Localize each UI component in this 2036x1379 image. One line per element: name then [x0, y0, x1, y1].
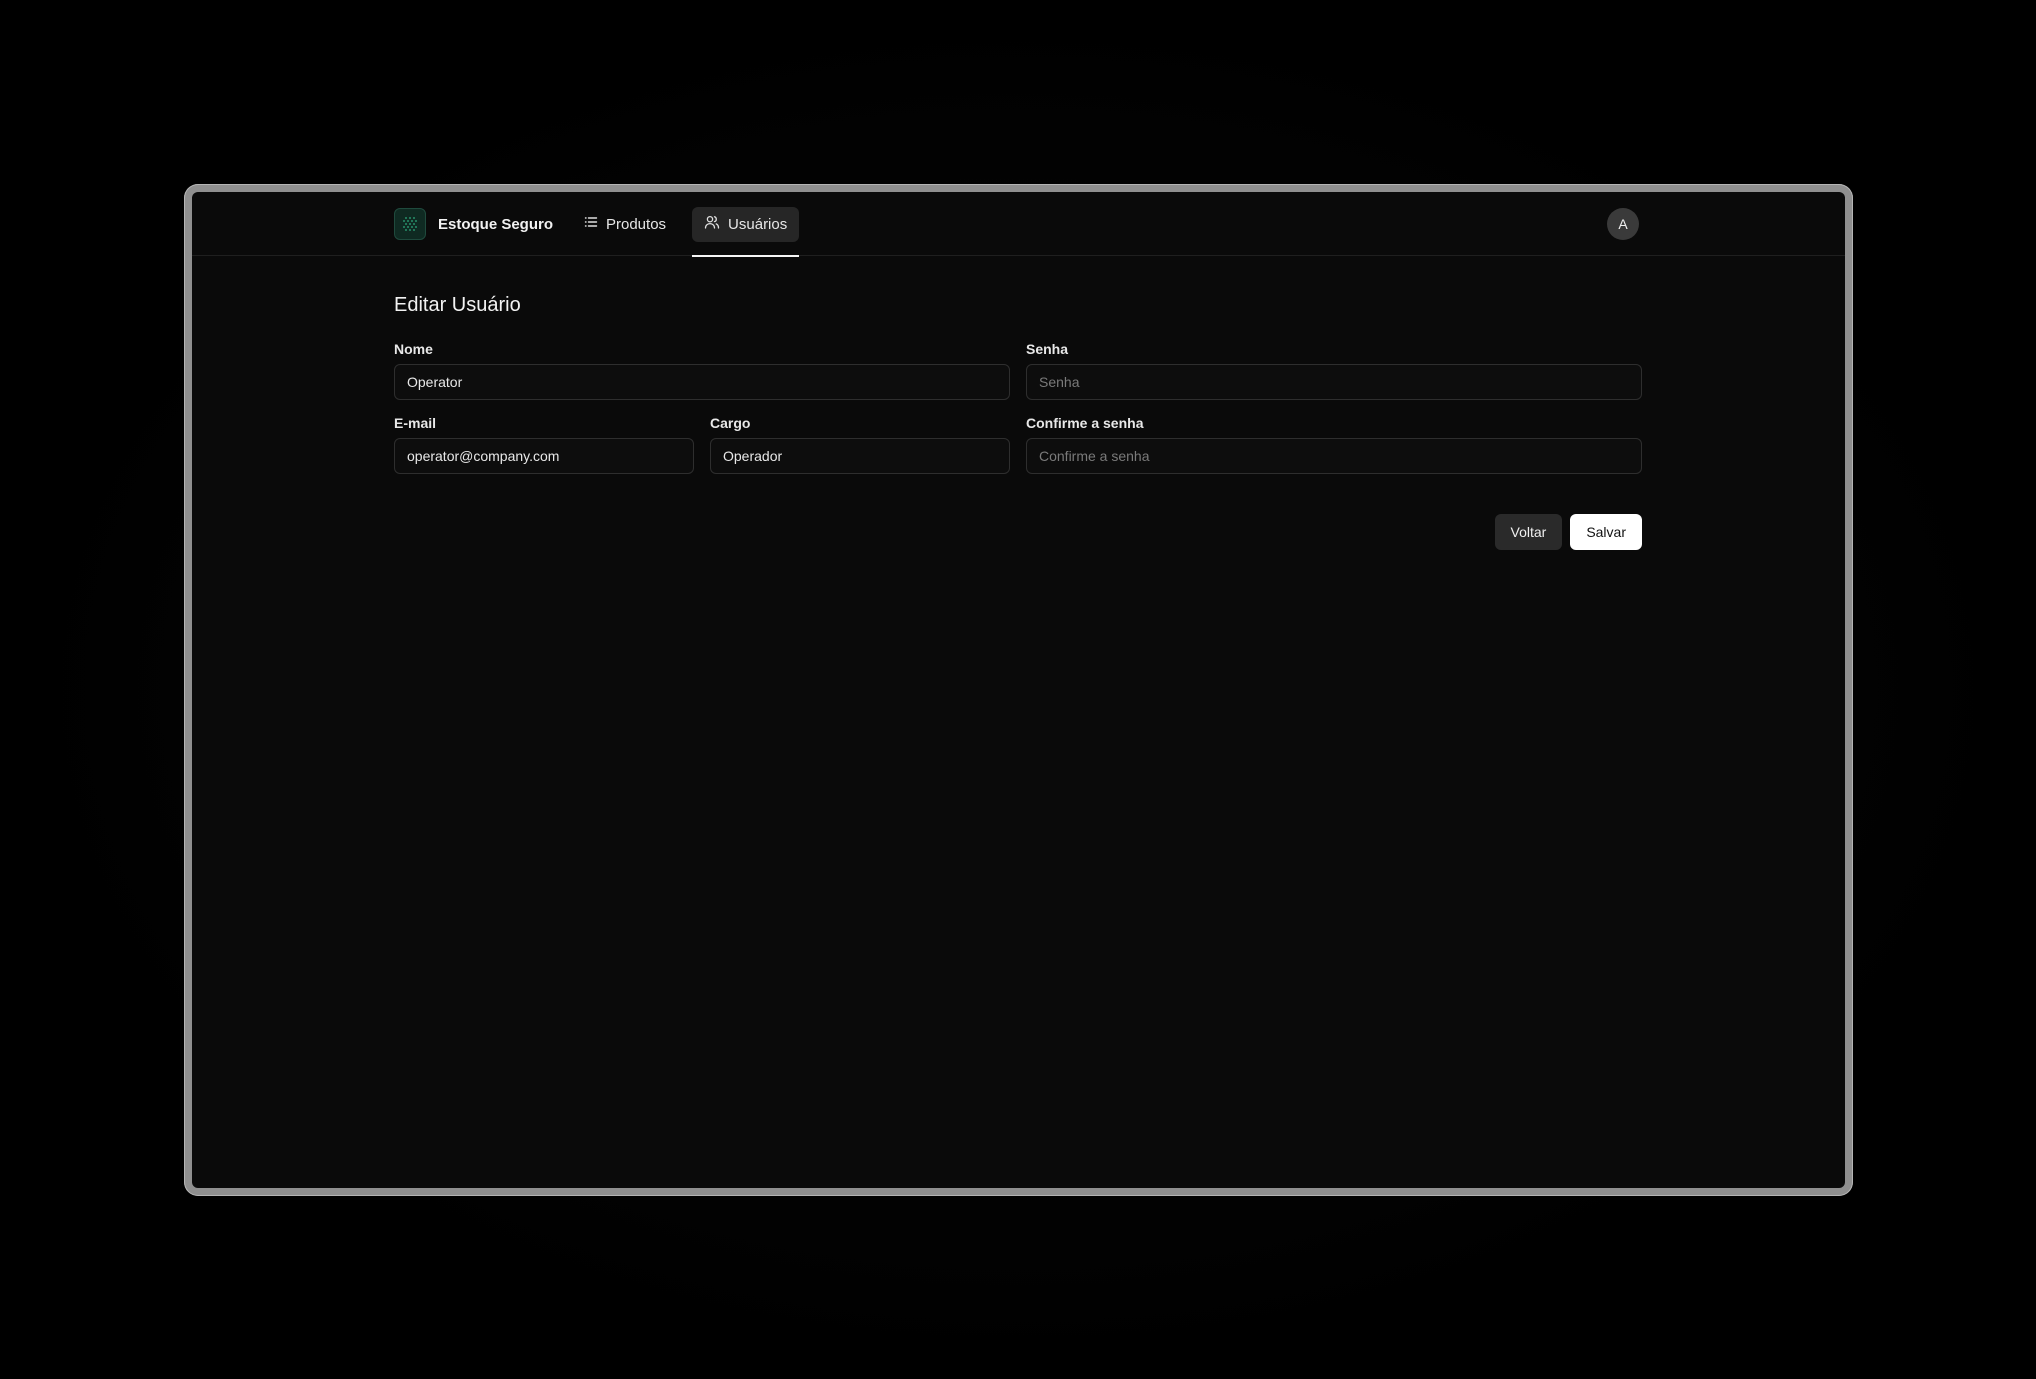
password-field-group: Senha — [1026, 340, 1642, 400]
backdrop: Estoque Seguro Produtos Usuários A Edita… — [0, 0, 2036, 1379]
nav-item-usuarios[interactable]: Usuários — [692, 206, 800, 257]
top-navigation-bar: Estoque Seguro Produtos Usuários A — [192, 192, 1845, 257]
save-button[interactable]: Salvar — [1570, 514, 1642, 550]
confirm-password-label: Confirme a senha — [1026, 415, 1144, 431]
back-button[interactable]: Voltar — [1494, 514, 1563, 550]
form-actions: Voltar Salvar — [1494, 514, 1642, 550]
email-field-group: E-mail — [394, 414, 694, 474]
nav-item-produtos[interactable]: Produtos — [572, 207, 678, 242]
email-label: E-mail — [394, 415, 437, 431]
brand[interactable]: Estoque Seguro — [394, 208, 553, 240]
password-input[interactable] — [1026, 364, 1642, 400]
app-window: Estoque Seguro Produtos Usuários A Edita… — [192, 192, 1845, 1188]
avatar[interactable]: A — [1607, 208, 1639, 240]
nav-item-label: Usuários — [728, 215, 788, 233]
nav-item-label: Produtos — [606, 215, 667, 233]
name-label: Nome — [394, 341, 433, 357]
edit-user-form: Editar Usuário Nome Senha E-mail — [394, 292, 1642, 550]
list-icon — [584, 215, 598, 233]
page-title: Editar Usuário — [394, 294, 521, 316]
device-frame: Estoque Seguro Produtos Usuários A Edita… — [184, 184, 1853, 1196]
form-row-1: Nome Senha — [394, 340, 1642, 400]
name-input[interactable] — [394, 364, 1010, 400]
role-label: Cargo — [710, 415, 751, 431]
brand-name: Estoque Seguro — [438, 215, 554, 233]
role-field-group: Cargo — [710, 414, 1010, 474]
email-input[interactable] — [394, 438, 694, 474]
confirm-password-field-group: Confirme a senha — [1026, 414, 1642, 474]
role-input[interactable] — [710, 438, 1010, 474]
confirm-password-input[interactable] — [1026, 438, 1642, 474]
name-field-group: Nome — [394, 340, 1010, 400]
main-nav: Produtos Usuários — [572, 206, 800, 257]
users-icon — [704, 214, 720, 234]
brand-logo-icon — [394, 208, 426, 240]
form-row-2: E-mail Cargo Confirme a senha — [394, 414, 1642, 474]
password-label: Senha — [1026, 341, 1069, 357]
